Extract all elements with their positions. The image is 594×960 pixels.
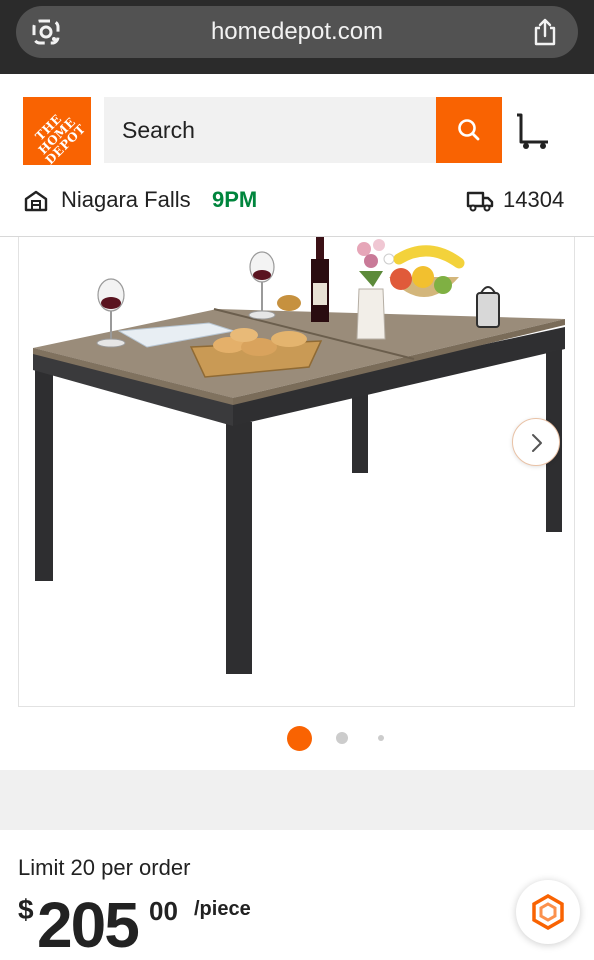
assistant-button[interactable] — [516, 880, 580, 944]
cart-icon[interactable] — [514, 112, 552, 150]
price-dollars: 205 — [37, 889, 140, 960]
search-input[interactable] — [122, 97, 422, 163]
store-icon — [24, 190, 48, 212]
product-image[interactable] — [19, 237, 575, 707]
chevron-right-icon — [532, 434, 542, 452]
delivery-truck-icon — [466, 191, 494, 212]
delivery-zip[interactable]: 14304 — [503, 187, 564, 213]
search-button[interactable] — [436, 97, 502, 163]
order-limit: Limit 20 per order — [18, 855, 191, 880]
carousel-dot[interactable] — [378, 735, 384, 741]
section-separator — [0, 770, 594, 830]
browser-bar: homedepot.com — [0, 0, 594, 74]
site-header: THE HOME DEPOT — [0, 74, 594, 165]
address-bar[interactable]: homedepot.com — [16, 6, 578, 58]
store-name[interactable]: Niagara Falls — [61, 187, 191, 213]
search-box[interactable] — [104, 97, 436, 163]
store-hours: 9PM — [212, 187, 258, 212]
price-currency: $ — [18, 894, 34, 925]
assistant-icon — [532, 894, 564, 930]
share-icon[interactable] — [532, 17, 558, 47]
carousel-dot-active[interactable] — [287, 726, 312, 751]
product-image-card[interactable] — [18, 237, 575, 707]
home-depot-logo[interactable]: THE HOME DEPOT — [23, 97, 91, 165]
price-unit: /piece — [194, 898, 251, 920]
search-icon — [458, 119, 480, 141]
location-row[interactable]: Niagara Falls 9PM 14304 — [0, 170, 594, 232]
carousel-dot[interactable] — [336, 732, 348, 744]
next-image-button[interactable] — [512, 418, 560, 466]
logo-text: THE HOME DEPOT — [32, 111, 89, 165]
price-cents: 00 — [149, 896, 178, 926]
url-text[interactable]: homedepot.com — [16, 6, 578, 58]
